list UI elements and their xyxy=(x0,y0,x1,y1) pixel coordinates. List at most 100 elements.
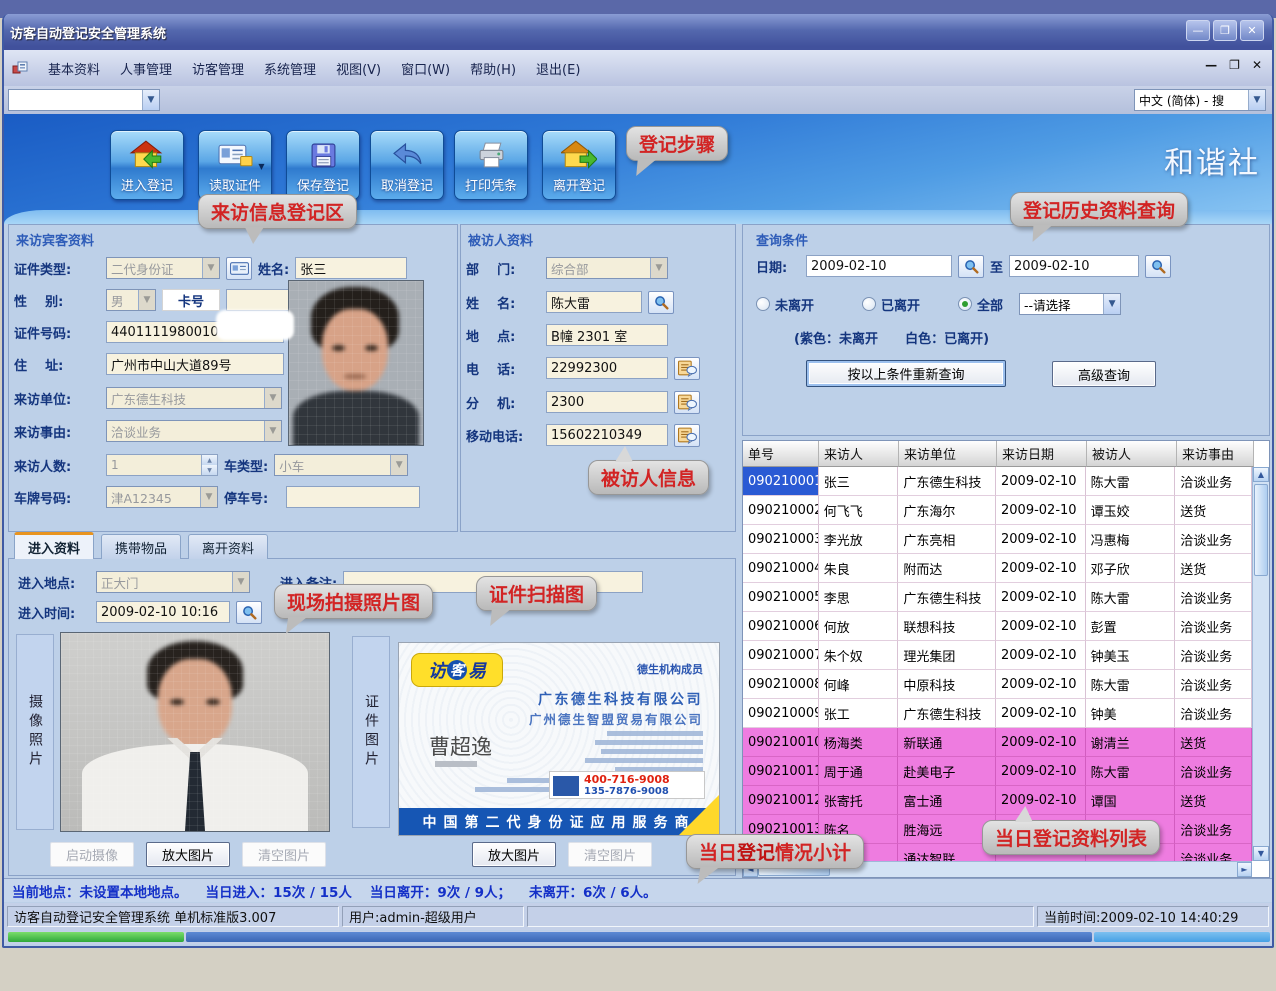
advanced-query-button[interactable]: 高级查询 xyxy=(1052,361,1156,387)
id-type-select[interactable]: 二代身份证▼ xyxy=(106,257,220,279)
toolbar-button-4[interactable]: 取消登记 xyxy=(370,130,444,200)
tab-leave-info[interactable]: 离开资料 xyxy=(188,534,268,559)
chevron-down-icon[interactable]: ▼ xyxy=(258,162,264,171)
camera-button-2[interactable]: 放大图片 xyxy=(146,842,230,867)
card-reader-button[interactable] xyxy=(226,257,252,280)
table-row[interactable]: 090210002何飞飞广东海尔2009-02-10谭玉姣送货 xyxy=(743,496,1252,525)
table-row[interactable]: 090210003李光放广东亮相2009-02-10冯惠梅洽谈业务 xyxy=(743,525,1252,554)
toolbar-button-1[interactable]: 进入登记 xyxy=(110,130,184,200)
mdi-minimize-button[interactable]: — xyxy=(1205,58,1217,72)
plate-select[interactable]: 津A12345▼ xyxy=(106,486,218,508)
menu-item-3[interactable]: 访客管理 xyxy=(182,56,254,81)
column-header-3[interactable]: 来访单位 xyxy=(899,441,997,467)
restore-button[interactable]: ❐ xyxy=(1213,20,1237,41)
date-picker-icon[interactable] xyxy=(1145,255,1171,278)
camera-button-1[interactable]: 启动摄像 xyxy=(50,842,134,867)
menu-item-7[interactable]: 帮助(H) xyxy=(460,56,526,81)
toolbar-button-label: 打印凭条 xyxy=(465,175,517,194)
send-message-icon[interactable] xyxy=(674,357,700,380)
card-no-input[interactable] xyxy=(226,289,296,311)
visitor-name-input[interactable]: 张三 xyxy=(295,257,407,279)
close-button[interactable]: ✕ xyxy=(1240,20,1264,41)
toolbar-button-3[interactable]: 保存登记 xyxy=(286,130,360,200)
requery-button[interactable]: 按以上条件重新查询 xyxy=(806,360,1006,387)
location-input[interactable]: B幢 2301 室 xyxy=(546,324,668,346)
minimize-button[interactable]: — xyxy=(1186,20,1210,41)
chevron-down-icon[interactable]: ▼ xyxy=(142,90,159,110)
menu-item-8[interactable]: 退出(E) xyxy=(526,56,590,81)
date-picker-icon[interactable] xyxy=(958,255,984,278)
address-input[interactable]: 广州市中山大道89号 xyxy=(106,353,284,375)
tab-carried-items[interactable]: 携带物品 xyxy=(101,534,181,559)
stepper-arrows-icon[interactable]: ▲▼ xyxy=(201,455,217,475)
column-header-2[interactable]: 来访人 xyxy=(819,441,899,467)
company-select[interactable]: 广东德生科技▼ xyxy=(106,387,282,409)
mobile-input[interactable]: 15602210349 xyxy=(546,424,668,446)
language-bar[interactable]: 中文 (简体) - 搜 ▼ xyxy=(1134,89,1266,111)
dept-select[interactable]: 综合部▼ xyxy=(546,257,668,279)
table-cell: 洽谈业务 xyxy=(1175,757,1252,786)
scan-button-2[interactable]: 清空图片 xyxy=(568,842,652,867)
chevron-down-icon[interactable]: ▼ xyxy=(1248,90,1265,110)
column-header-6[interactable]: 来访事由 xyxy=(1177,441,1254,467)
entry-time-input[interactable]: 2009-02-10 10:16 xyxy=(96,601,230,623)
toolbar-button-5[interactable]: 打印凭条 xyxy=(454,130,528,200)
menu-item-4[interactable]: 系统管理 xyxy=(254,56,326,81)
table-row[interactable]: 090210010杨海类新联通2009-02-10谢清兰送货 xyxy=(743,728,1252,757)
column-header-1[interactable]: 单号 xyxy=(743,441,819,467)
entry-place-select[interactable]: 正大门▼ xyxy=(96,571,250,593)
table-row[interactable]: 090210006何放联想科技2009-02-10彭置洽谈业务 xyxy=(743,612,1252,641)
table-row[interactable]: 090210012张寄托富士通2009-02-10谭国送货 xyxy=(743,786,1252,815)
menu-item-2[interactable]: 人事管理 xyxy=(110,56,182,81)
send-message-icon[interactable] xyxy=(674,391,700,414)
tab-entry-info[interactable]: 进入资料 xyxy=(14,532,94,559)
camera-button-3[interactable]: 清空图片 xyxy=(242,842,326,867)
table-row[interactable]: 090210005李思广东德生科技2009-02-10陈大雷洽谈业务 xyxy=(743,583,1252,612)
gender-select[interactable]: 男▼ xyxy=(106,289,156,311)
scan-button-1[interactable]: 放大图片 xyxy=(472,842,556,867)
send-message-icon[interactable] xyxy=(674,424,700,447)
radio-not-left[interactable] xyxy=(756,297,770,311)
phone-input[interactable]: 22992300 xyxy=(546,357,668,379)
table-header: 单号来访人来访单位来访日期被访人来访事由 xyxy=(743,441,1269,467)
menu-item-5[interactable]: 视图(V) xyxy=(326,56,391,81)
table-row[interactable]: 090210004朱良附而达2009-02-10邓子欣送货 xyxy=(743,554,1252,583)
time-picker-icon[interactable] xyxy=(236,601,262,624)
mdi-restore-button[interactable]: ❐ xyxy=(1229,58,1240,72)
reason-select[interactable]: 洽谈业务▼ xyxy=(106,420,282,442)
toolbar-button-2[interactable]: ▼读取证件 xyxy=(198,130,272,200)
table-row[interactable]: 090210007朱个奴理光集团2009-02-10钟美玉洽谈业务 xyxy=(743,641,1252,670)
visitor-count-stepper[interactable]: 1 ▲▼ xyxy=(106,454,218,476)
quick-select-combo[interactable]: ▼ xyxy=(8,89,160,111)
date-from-input[interactable]: 2009-02-10 xyxy=(806,255,952,277)
parking-input[interactable] xyxy=(286,486,420,508)
chevron-down-icon[interactable]: ▼ xyxy=(1103,294,1120,314)
mdi-close-button[interactable]: ✕ xyxy=(1252,58,1262,72)
extension-input[interactable]: 2300 xyxy=(546,391,668,413)
toolbar-button-label: 离开登记 xyxy=(553,175,605,194)
table-row[interactable]: 090210011周于通赴美电子2009-02-10陈大雷洽谈业务 xyxy=(743,757,1252,786)
radio-left[interactable] xyxy=(862,297,876,311)
table-cell: 附而达 xyxy=(898,554,996,583)
column-header-5[interactable]: 被访人 xyxy=(1087,441,1177,467)
vehicle-type-select[interactable]: 小车▼ xyxy=(274,454,408,476)
table-cell: 2009-02-10 xyxy=(996,641,1086,670)
status-select[interactable]: --请选择▼ xyxy=(1019,293,1121,315)
menu-item-1[interactable]: 基本资料 xyxy=(38,56,110,81)
plate-label: 车牌号码: xyxy=(14,488,100,507)
date-to-input[interactable]: 2009-02-10 xyxy=(1009,255,1139,277)
menu-item-6[interactable]: 窗口(W) xyxy=(391,56,460,81)
table-cell: 联想科技 xyxy=(898,612,996,641)
column-header-4[interactable]: 来访日期 xyxy=(997,441,1087,467)
table-cell: 洽谈业务 xyxy=(1175,641,1252,670)
table-row[interactable]: 090210001张三广东德生科技2009-02-10陈大雷洽谈业务 xyxy=(743,467,1252,496)
toolbar-button-6[interactable]: 离开登记 xyxy=(542,130,616,200)
table-row[interactable]: 090210008何峰中原科技2009-02-10陈大雷洽谈业务 xyxy=(743,670,1252,699)
table-row[interactable]: 090210009张工广东德生科技2009-02-10钟美洽谈业务 xyxy=(743,699,1252,728)
search-person-button[interactable] xyxy=(648,291,674,314)
vertical-scrollbar[interactable]: ▲ ▼ xyxy=(1252,467,1269,861)
query-section-title: 查询条件 xyxy=(756,230,808,249)
radio-all[interactable] xyxy=(958,297,972,311)
id-image-strip: 证件图片 xyxy=(352,636,390,828)
visited-name-input[interactable]: 陈大雷 xyxy=(546,291,642,313)
